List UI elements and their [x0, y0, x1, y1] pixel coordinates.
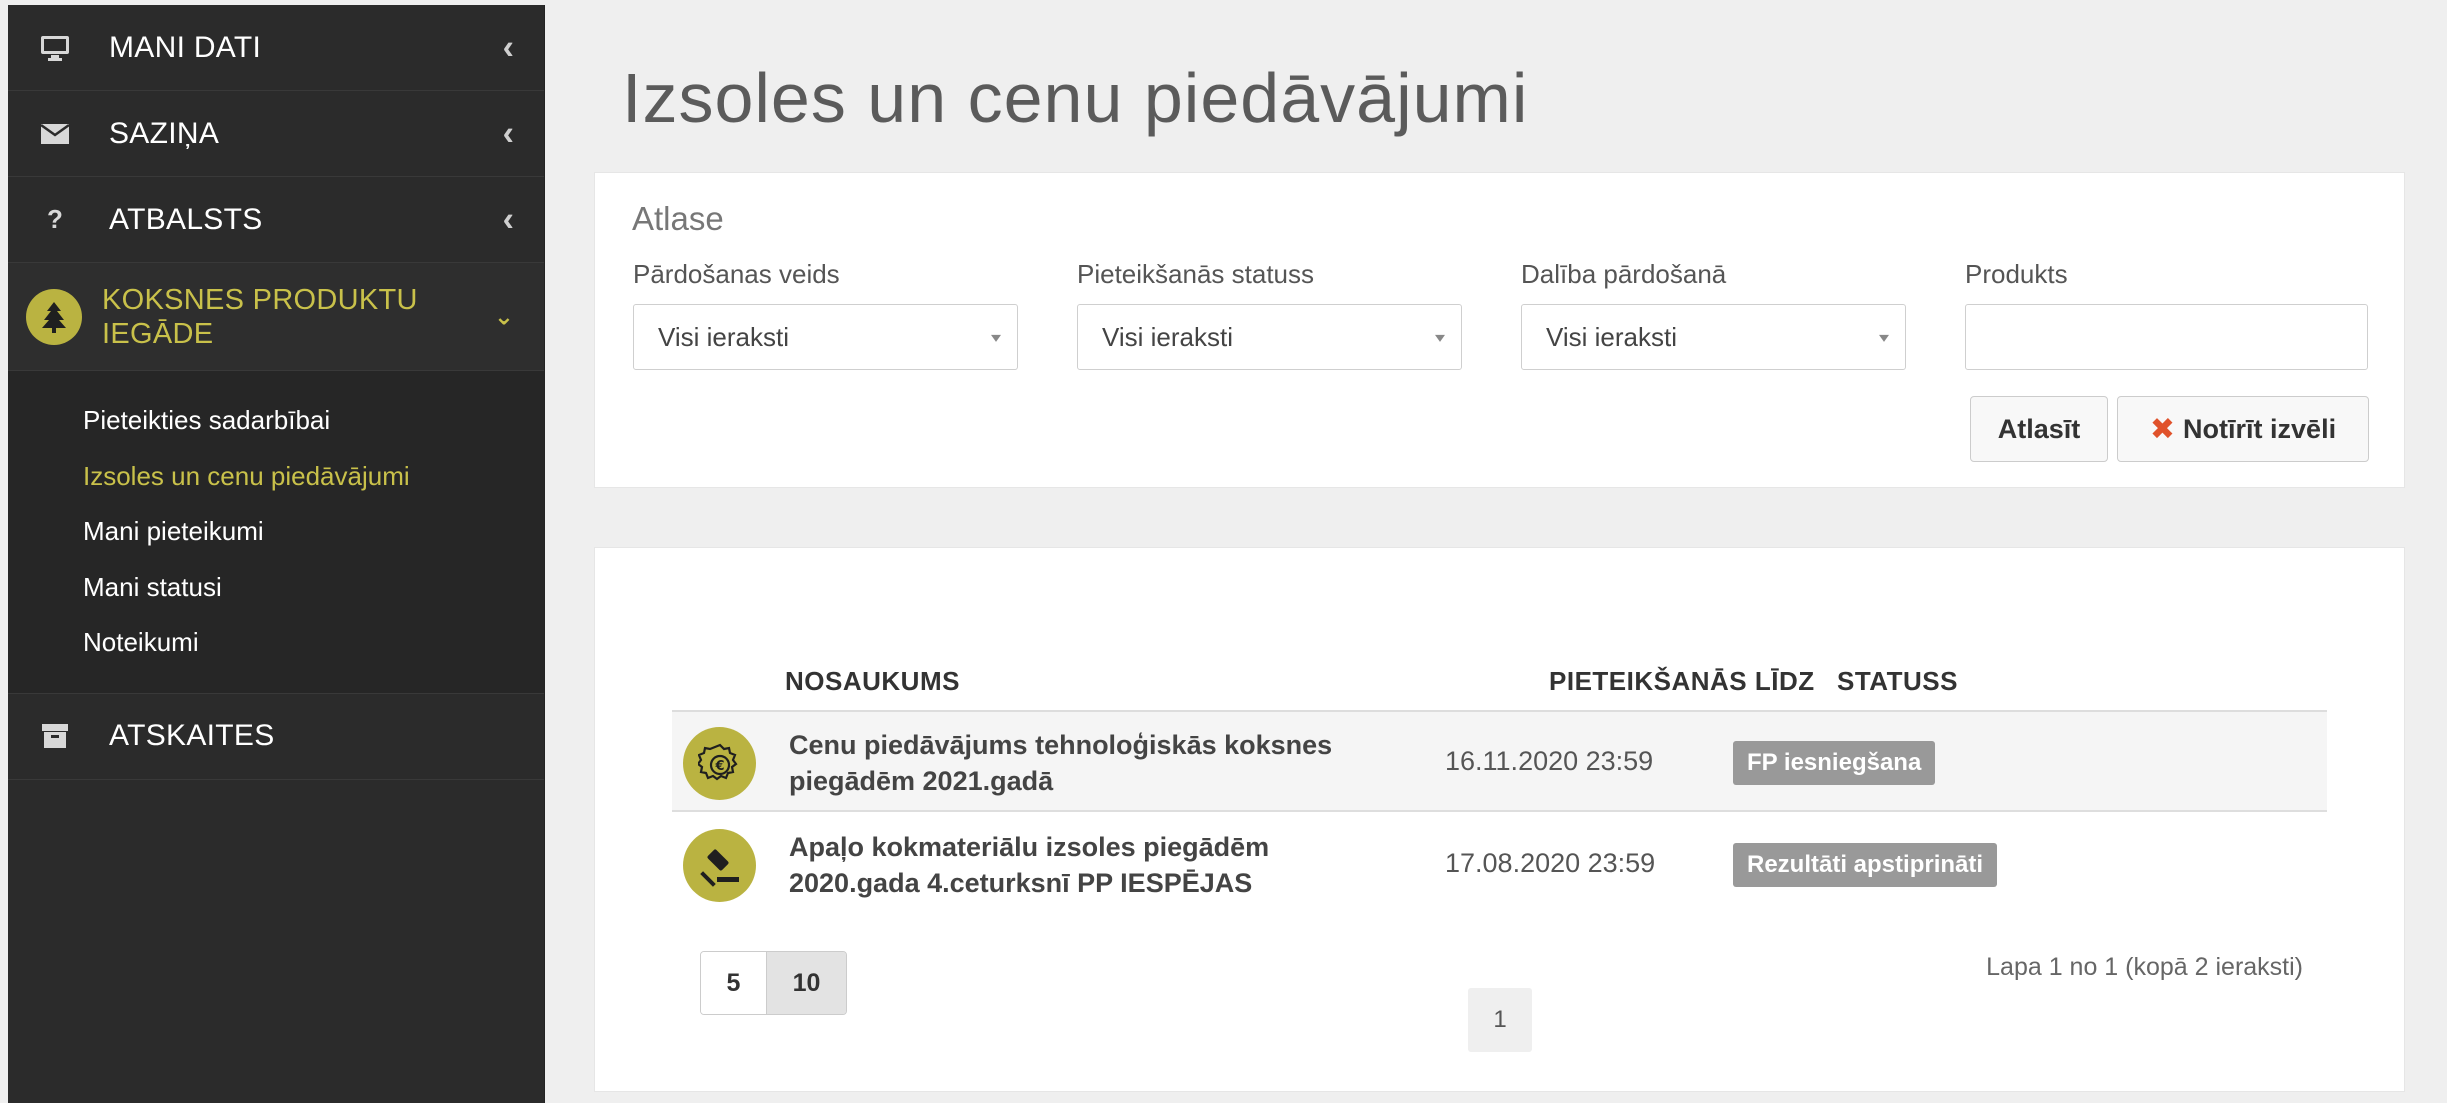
- search-button[interactable]: Atlasīt: [1970, 396, 2108, 462]
- auction-gavel-icon: [683, 829, 756, 902]
- svg-text:€: €: [714, 759, 724, 774]
- column-header-deadline[interactable]: PIETEIKŠANĀS LĪDZ: [1549, 666, 1815, 697]
- application-status-value: Visi ieraksti: [1102, 321, 1234, 352]
- sale-type-label: Pārdošanas veids: [633, 259, 840, 289]
- application-status-field: Pieteikšanās statuss Visi ieraksti: [1077, 259, 1462, 370]
- sale-type-field: Pārdošanas veids Visi ieraksti: [633, 259, 1018, 370]
- sale-type-select[interactable]: Visi ieraksti: [633, 304, 1018, 370]
- page-size-10-button[interactable]: 10: [767, 952, 846, 1014]
- filter-panel: Atlase Pārdošanas veids Visi ieraksti Pi…: [594, 172, 2405, 488]
- chevron-left-icon: ‹: [502, 28, 514, 66]
- application-status-select[interactable]: Visi ieraksti: [1077, 304, 1462, 370]
- search-button-label: Atlasīt: [1997, 413, 2081, 444]
- page-1-button[interactable]: 1: [1468, 988, 1532, 1052]
- nav-label: ATSKAITES: [109, 719, 275, 752]
- chevron-down-icon: ⌄: [493, 303, 514, 330]
- product-label: Produkts: [1965, 259, 2068, 289]
- subnav-item-mani-statusi[interactable]: Mani statusi: [8, 560, 544, 616]
- participation-value: Visi ieraksti: [1546, 321, 1678, 352]
- participation-label: Dalība pārdošanā: [1521, 259, 1727, 289]
- subnav: Pieteikties sadarbībai Izsoles un cenu p…: [8, 371, 544, 694]
- table-row[interactable]: Apaļo kokmateriālu izsoles piegādēm 2020…: [672, 814, 2327, 914]
- monitor-icon: [31, 35, 79, 61]
- subnav-item-mani-pieteikumi[interactable]: Mani pieteikumi: [8, 504, 544, 560]
- nav-item-atbalsts[interactable]: ? ATBALSTS ‹: [8, 177, 544, 263]
- row-deadline: 17.08.2020 23:59: [1445, 848, 1656, 878]
- row-title[interactable]: Apaļo kokmateriālu izsoles piegādēm 2020…: [789, 829, 1389, 901]
- question-icon: ?: [47, 204, 63, 234]
- nav-label: ATBALSTS: [109, 202, 263, 236]
- sale-type-value: Visi ieraksti: [658, 321, 790, 352]
- results-panel: NOSAUKUMS PIETEIKŠANĀS LĪDZ STATUSS € Ce…: [594, 547, 2405, 1092]
- product-input[interactable]: [1965, 304, 2368, 370]
- application-status-label: Pieteikšanās statuss: [1077, 259, 1315, 289]
- nav-item-koksnes-produktu-iegade[interactable]: KOKSNES PRODUKTU IEGĀDE ⌄: [8, 263, 544, 371]
- archive-icon: [31, 723, 79, 749]
- status-badge: Rezultāti apstiprināti: [1733, 843, 1998, 887]
- page-size-selector: 5 10: [700, 951, 847, 1015]
- close-icon: ✖: [2149, 412, 2176, 446]
- price-offer-icon: €: [683, 727, 756, 800]
- clear-selection-button[interactable]: ✖ Notīrīt izvēli: [2117, 396, 2369, 462]
- nav-label: MANI DATI: [109, 30, 262, 64]
- row-title[interactable]: Cenu piedāvājums tehnoloģiskās koksnes p…: [789, 727, 1389, 799]
- table-row[interactable]: € Cenu piedāvājums tehnoloģiskās koksnes…: [672, 712, 2327, 812]
- subnav-item-izsoles[interactable]: Izsoles un cenu piedāvājumi: [8, 449, 544, 505]
- page-title: Izsoles un cenu piedāvājumi: [622, 59, 1529, 137]
- caret-down-icon: [1435, 334, 1445, 342]
- nav-item-atskaites[interactable]: ATSKAITES: [8, 694, 544, 780]
- nav-label: KOKSNES PRODUKTU IEGĀDE: [102, 283, 418, 350]
- envelope-icon: [31, 123, 79, 145]
- product-field: Produkts: [1965, 259, 2368, 370]
- subnav-item-noteikumi[interactable]: Noteikumi: [8, 615, 544, 671]
- participation-select[interactable]: Visi ieraksti: [1521, 304, 1906, 370]
- status-badge: FP iesniegšana: [1733, 741, 1936, 785]
- nav-item-sazina[interactable]: SAZIŅA ‹: [8, 91, 544, 177]
- column-header-name[interactable]: NOSAUKUMS: [785, 666, 960, 697]
- nav-item-mani-dati[interactable]: MANI DATI ‹: [8, 5, 544, 91]
- subnav-item-pieteikties-sadarbibai[interactable]: Pieteikties sadarbībai: [8, 393, 544, 449]
- sidebar: MANI DATI ‹ SAZIŅA ‹ ? ATBALSTS ‹ KOKSNE…: [8, 5, 545, 1103]
- filter-title: Atlase: [632, 200, 724, 237]
- tree-icon: [26, 288, 82, 345]
- clear-button-label: Notīrīt izvēli: [2183, 413, 2337, 444]
- caret-down-icon: [1879, 334, 1889, 342]
- chevron-left-icon: ‹: [502, 114, 514, 152]
- pagination-info: Lapa 1 no 1 (kopā 2 ieraksti): [1986, 953, 2303, 981]
- nav-label: SAZIŅA: [109, 116, 220, 150]
- chevron-left-icon: ‹: [502, 200, 514, 238]
- caret-down-icon: [991, 334, 1001, 342]
- participation-field: Dalība pārdošanā Visi ieraksti: [1521, 259, 1906, 370]
- column-header-status[interactable]: STATUSS: [1837, 666, 1958, 697]
- page-size-5-button[interactable]: 5: [701, 952, 767, 1014]
- row-deadline: 16.11.2020 23:59: [1445, 746, 1654, 776]
